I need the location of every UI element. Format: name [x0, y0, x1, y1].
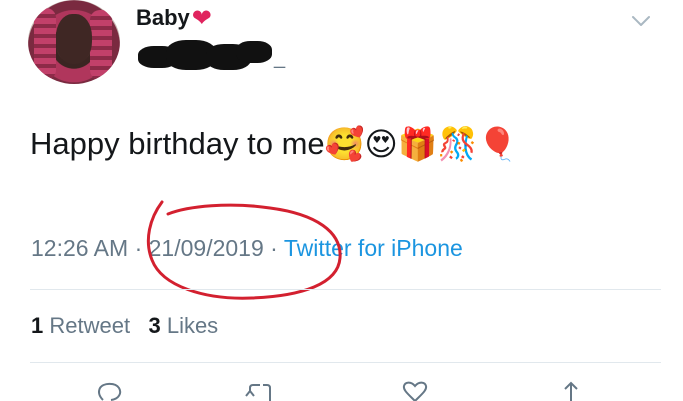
handle-suffix: _: [274, 47, 286, 69]
heart-eyes-emoji-icon: 😍: [364, 125, 398, 163]
avatar-hair-right: [90, 10, 112, 80]
share-icon[interactable]: [556, 380, 586, 401]
display-name-text: Baby: [136, 5, 190, 30]
tweet-time[interactable]: 12:26 AM: [31, 235, 128, 261]
tweet-text-body: Happy birthday to me: [30, 126, 325, 161]
chevron-down-icon[interactable]: [630, 10, 652, 32]
divider: [30, 289, 661, 290]
tweet-card: Baby ❤ _ Happy birthday to me 🥰 😍 🎁 🎊 🎈 …: [0, 0, 683, 401]
divider: [30, 362, 661, 363]
retweet-count: 1: [31, 313, 44, 338]
redacted-handle-scribble: [136, 38, 272, 72]
tweet-date[interactable]: 21/09/2019: [149, 235, 264, 261]
retweet-label: Retweet: [49, 313, 131, 338]
likes-count: 3: [148, 313, 161, 338]
like-icon[interactable]: [400, 380, 430, 401]
display-name[interactable]: Baby ❤: [136, 5, 212, 31]
confetti-ball-emoji-icon: 🎊: [437, 125, 478, 163]
tweet-source-link[interactable]: Twitter for iPhone: [284, 235, 463, 261]
avatar-hair-left: [34, 8, 56, 80]
smiling-face-hearts-emoji-icon: 🥰: [324, 125, 365, 163]
tweet-metadata: 12:26 AM · 21/09/2019 · Twitter for iPho…: [31, 235, 463, 262]
avatar[interactable]: [28, 0, 120, 84]
reply-icon[interactable]: [95, 380, 125, 401]
retweet-icon[interactable]: [243, 380, 273, 401]
tweet-text: Happy birthday to me 🥰 😍 🎁 🎊 🎈: [30, 126, 517, 162]
retweet-stat[interactable]: 1 Retweet: [31, 313, 136, 338]
balloon-emoji-icon: 🎈: [477, 125, 518, 163]
meta-separator: ·: [270, 235, 278, 261]
heart-emoji-icon: ❤: [191, 4, 212, 32]
tweet-actions: [0, 380, 683, 401]
likes-label: Likes: [166, 313, 219, 338]
likes-stat[interactable]: 3 Likes: [148, 313, 218, 338]
gift-emoji-icon: 🎁: [397, 125, 438, 163]
avatar-face: [56, 14, 92, 64]
tweet-stats: 1 Retweet 3 Likes: [31, 313, 218, 339]
meta-separator: ·: [134, 235, 143, 261]
